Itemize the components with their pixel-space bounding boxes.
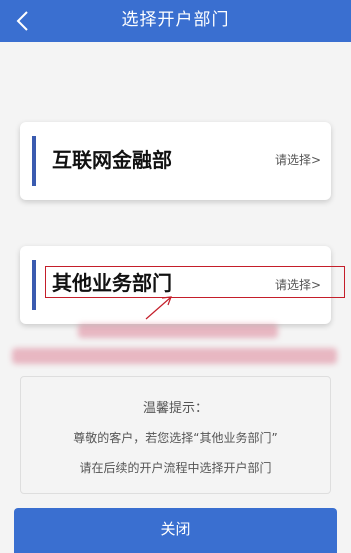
select-hint: 请选择> xyxy=(274,278,321,292)
top-nav-bar: 选择开户部门 xyxy=(0,0,351,42)
accent-bar xyxy=(32,260,36,310)
select-hint: 请选择> xyxy=(274,153,321,167)
tip-title: 温馨提示： xyxy=(142,401,208,416)
department-option-internet-finance[interactable]: 互联网金融部 请选择> xyxy=(20,122,331,200)
annotation-arrow-icon xyxy=(145,296,172,320)
tip-box: 温馨提示： 尊敬的客户，若您选择“其他业务部门” 请在后续的开户流程中选择开户部… xyxy=(20,376,331,494)
redacted-annotation xyxy=(0,318,351,378)
accent-bar xyxy=(32,136,36,186)
page-title: 选择开户部门 xyxy=(121,10,230,30)
tip-text-line-1: 尊敬的客户，若您选择“其他业务部门” xyxy=(73,431,278,445)
department-name: 互联网金融部 xyxy=(52,148,172,172)
close-button[interactable]: 关闭 xyxy=(14,508,337,553)
tip-text-line-2: 请在后续的开户流程中选择开户部门 xyxy=(79,461,272,475)
